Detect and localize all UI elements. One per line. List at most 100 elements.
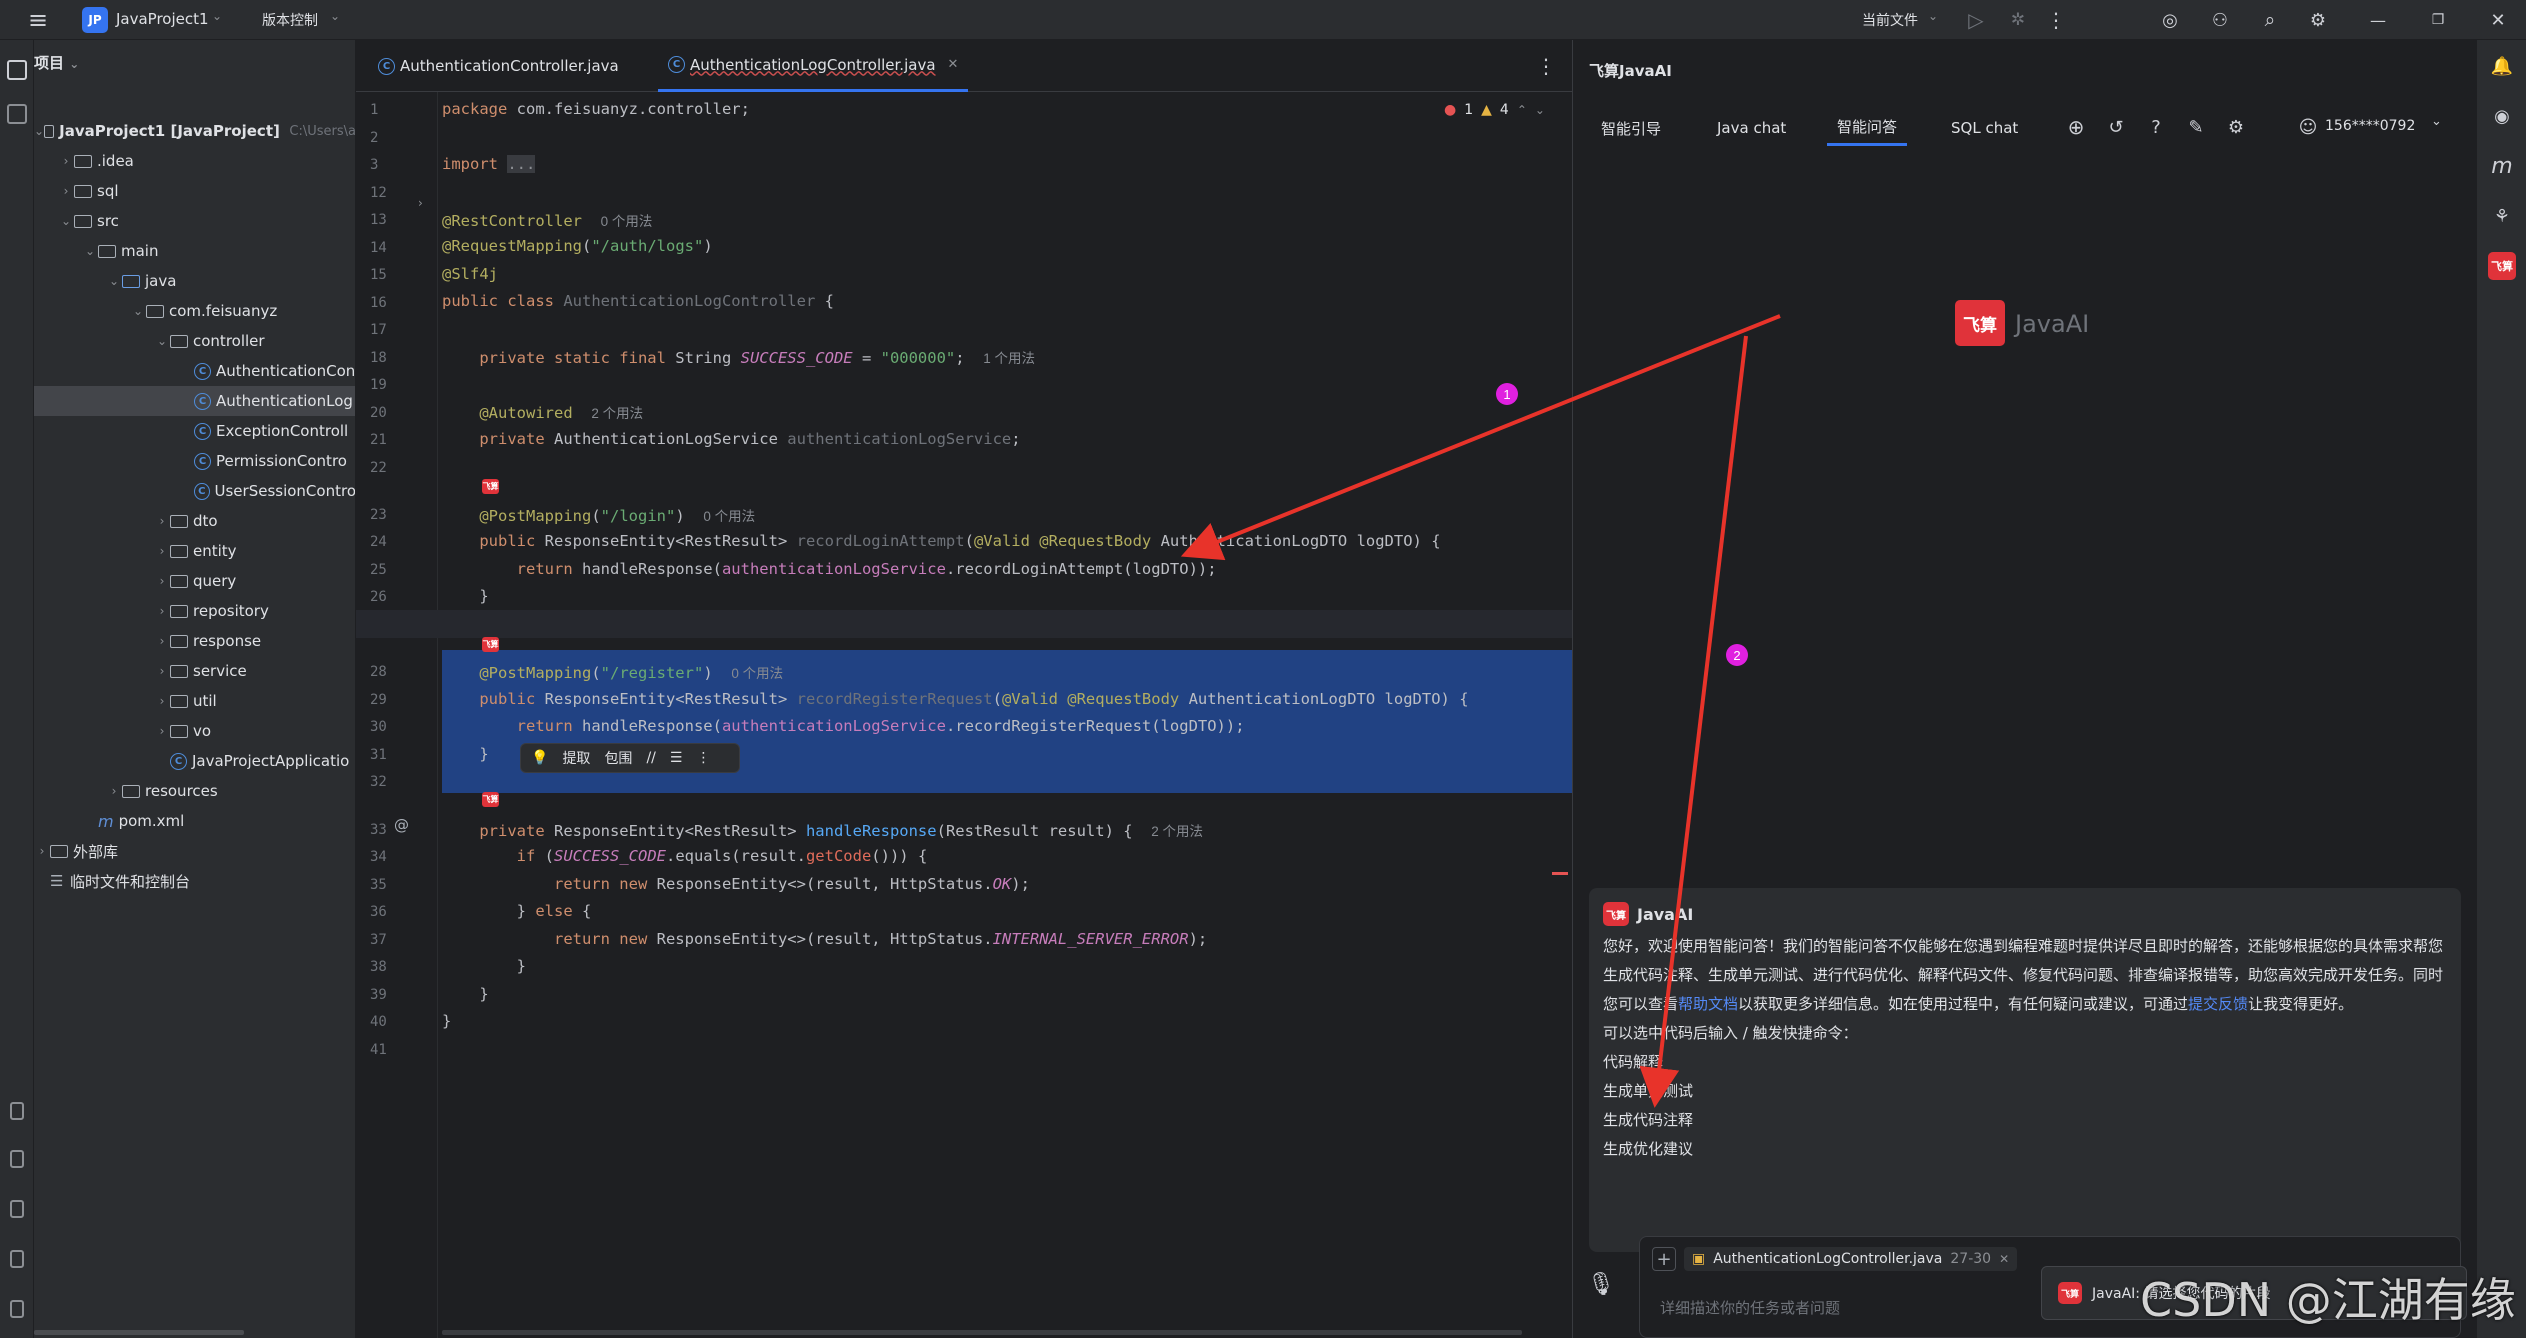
editor-horizontal-scrollbar[interactable] <box>442 1330 1522 1335</box>
command-generate-tests[interactable]: 生成单元测试 <box>1603 1077 2447 1106</box>
code-line[interactable]: private AuthenticationLogService authent… <box>442 430 1020 448</box>
tree-item-dto[interactable]: › dto <box>34 506 355 536</box>
code-line[interactable]: return new ResponseEntity<>(result, Http… <box>442 930 1207 948</box>
more-icon[interactable]: ⋮ <box>696 750 710 766</box>
code-line[interactable]: @PostMapping("/register") 0 个用法 <box>442 662 783 682</box>
override-marker-icon[interactable]: @ <box>394 816 409 834</box>
tree-item-util[interactable]: › util <box>34 686 355 716</box>
tree-item-class[interactable]: C AuthenticationCon <box>34 356 355 386</box>
tree-item-package[interactable]: ⌄ com.feisuanyz <box>34 296 355 326</box>
tab-smart-qa[interactable]: 智能问答 <box>1827 110 1908 146</box>
tree-item-java[interactable]: ⌄ java <box>34 266 355 296</box>
code-line[interactable]: if (SUCCESS_CODE.equals(result.getCode()… <box>442 847 928 865</box>
remove-context-icon[interactable]: ✕ <box>1999 1252 2009 1266</box>
comment-button[interactable]: // <box>646 750 655 766</box>
horizontal-scrollbar[interactable] <box>34 1330 244 1335</box>
code-line[interactable]: } else { <box>442 902 592 920</box>
chat-input-placeholder[interactable]: 详细描述你的任务或者问题 <box>1660 1297 1840 1318</box>
code-line[interactable]: private static final String SUCCESS_CODE… <box>442 347 1035 367</box>
code-line[interactable]: private ResponseEntity<RestResult> handl… <box>442 820 1203 840</box>
main-menu-icon[interactable]: ≡ <box>24 6 52 34</box>
debug-icon[interactable]: ✲ <box>2004 6 2032 34</box>
notifications-icon[interactable]: 🔔 <box>2488 52 2516 80</box>
chevron-down-icon[interactable]: ⌄ <box>1535 103 1545 117</box>
tree-item-scratches[interactable]: ☰ 临时文件和控制台 <box>34 866 355 896</box>
chevron-down-icon[interactable]: ⌄ <box>212 9 222 23</box>
code-line[interactable]: return new ResponseEntity<>(result, Http… <box>442 875 1030 893</box>
project-panel-title[interactable]: 项目 ⌄ <box>34 52 79 73</box>
more-icon[interactable]: ⋮ <box>2046 6 2066 34</box>
add-context-button[interactable]: + <box>1652 1247 1676 1271</box>
tree-item-controller[interactable]: ⌄ controller <box>34 326 355 356</box>
tree-item-application[interactable]: C JavaProjectApplicatio <box>34 746 355 776</box>
error-stripe-marker[interactable] <box>1552 872 1568 875</box>
tab-authentication-log-controller[interactable]: C AuthenticationLogController.java ✕ <box>658 40 969 92</box>
context-chip[interactable]: ▣ AuthenticationLogController.java 27-30… <box>1684 1247 2018 1271</box>
services-tool-icon[interactable] <box>10 1300 24 1318</box>
tab-smart-guide[interactable]: 智能引导 <box>1601 110 1661 146</box>
chevron-down-icon[interactable]: ⌄ <box>2431 114 2442 129</box>
tree-item-sql[interactable]: › sql <box>34 176 355 206</box>
add-user-icon[interactable]: ⚇ <box>2206 6 2234 34</box>
restore-icon[interactable]: ❐ <box>2424 6 2452 34</box>
run-icon[interactable]: ▷ <box>1962 6 1990 34</box>
extract-button[interactable]: 提取 <box>562 748 590 768</box>
chevron-down-icon[interactable]: ⌄ <box>1928 9 1938 23</box>
feisuan-inline-logo[interactable]: 飞算 <box>482 637 499 652</box>
tree-item-service[interactable]: › service <box>34 656 355 686</box>
maven-icon[interactable]: m <box>2488 152 2516 180</box>
command-generate-comments[interactable]: 生成代码注释 <box>1603 1106 2447 1135</box>
microphone-icon[interactable]: 🎙 <box>1587 1264 1615 1304</box>
surround-button[interactable]: 包围 <box>604 748 632 768</box>
tree-item-response[interactable]: › response <box>34 626 355 656</box>
tab-authentication-controller[interactable]: C AuthenticationController.java <box>368 40 629 92</box>
todo-tool-icon[interactable] <box>10 1250 24 1268</box>
tree-item-entity[interactable]: › entity <box>34 536 355 566</box>
tree-item-src[interactable]: ⌄ src <box>34 206 355 236</box>
tree-item-class[interactable]: C UserSessionContro <box>34 476 355 506</box>
code-line[interactable]: return handleResponse(authenticationLogS… <box>442 717 1245 735</box>
tree-item-repository[interactable]: › repository <box>34 596 355 626</box>
run-config-selector[interactable]: 当前文件 <box>1862 10 1918 30</box>
tab-java-chat[interactable]: Java chat <box>1717 110 1786 146</box>
ai-assistant-icon[interactable]: ◎ <box>2156 6 2184 34</box>
code-line[interactable]: } <box>442 985 488 1003</box>
code-line[interactable]: public class AuthenticationLogController… <box>442 292 834 310</box>
fold-expand-icon[interactable]: › <box>418 196 423 210</box>
code-line[interactable]: @RequestMapping("/auth/logs") <box>442 237 713 255</box>
minimize-icon[interactable]: — <box>2364 6 2392 34</box>
project-selector[interactable]: JavaProject1 <box>116 10 209 28</box>
code-line[interactable]: return handleResponse(authenticationLogS… <box>442 560 1217 578</box>
code-line[interactable]: } <box>442 1012 451 1030</box>
tree-item-class-selected[interactable]: C AuthenticationLog <box>34 386 355 416</box>
code-line[interactable]: @RestController 0 个用法 <box>442 210 652 230</box>
history-icon[interactable]: ↺ <box>2103 114 2129 140</box>
tree-item-project-root[interactable]: ⌄ JavaProject1 [JavaProject] C:\Users\a <box>34 116 355 146</box>
terminal-tool-icon[interactable] <box>10 1102 24 1120</box>
help-docs-link[interactable]: 帮助文档 <box>1678 995 1738 1013</box>
code-line[interactable]: public ResponseEntity<RestResult> record… <box>442 690 1468 708</box>
tree-item-resources[interactable]: › resources <box>34 776 355 806</box>
git-tool-icon[interactable] <box>10 1200 24 1218</box>
vcs-menu[interactable]: 版本控制 <box>262 10 318 30</box>
edit-icon[interactable]: ✎ <box>2183 114 2209 140</box>
lightbulb-icon[interactable]: 💡 <box>531 750 548 766</box>
account-label[interactable]: 156****0792 <box>2325 118 2415 134</box>
command-optimize-suggestions[interactable]: 生成优化建议 <box>1603 1135 2447 1164</box>
help-icon[interactable]: ? <box>2143 114 2169 140</box>
tree-item-idea[interactable]: › .idea <box>34 146 355 176</box>
project-tool-icon[interactable] <box>7 60 27 80</box>
tree-item-external-libraries[interactable]: › 外部库 <box>34 836 355 866</box>
gear-icon[interactable]: ⚙ <box>2304 6 2332 34</box>
problems-tool-icon[interactable] <box>10 1150 24 1168</box>
code-line[interactable]: } <box>442 587 488 605</box>
feisuan-tool-icon[interactable]: 飞算 <box>2488 252 2516 280</box>
user-icon[interactable]: ☺ <box>2295 114 2321 140</box>
search-icon[interactable]: ⌕ <box>2256 6 2284 34</box>
python-icon[interactable]: ⚘ <box>2488 202 2516 230</box>
close-tab-icon[interactable]: ✕ <box>948 57 959 72</box>
command-explain-code[interactable]: 代码解释 <box>1603 1048 2447 1077</box>
code-line[interactable]: @Autowired 2 个用法 <box>442 402 643 422</box>
inspection-widget[interactable]: ● 1 ▲ 4 ⌃ ⌄ <box>1444 102 1545 118</box>
code-line[interactable]: } <box>442 957 526 975</box>
